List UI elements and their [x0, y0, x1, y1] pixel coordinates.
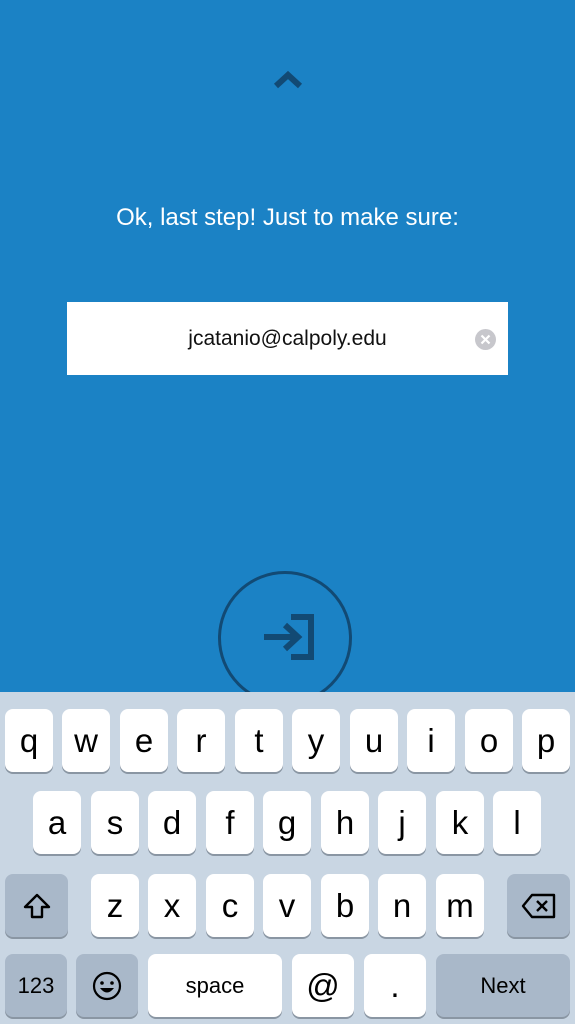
key-q[interactable]: q	[5, 709, 53, 772]
sign-in-arrow-icon	[264, 614, 314, 660]
backspace-key[interactable]	[507, 874, 570, 937]
key-f[interactable]: f	[206, 791, 254, 854]
key-t[interactable]: t	[235, 709, 283, 772]
emoji-icon	[92, 971, 122, 1000]
space-key[interactable]: space	[148, 954, 282, 1017]
key-l[interactable]: l	[493, 791, 541, 854]
key-g[interactable]: g	[263, 791, 311, 854]
key-m[interactable]: m	[436, 874, 484, 937]
key-n[interactable]: n	[378, 874, 426, 937]
period-key[interactable]: .	[364, 954, 426, 1017]
key-v[interactable]: v	[263, 874, 311, 937]
backspace-icon	[521, 893, 555, 918]
key-o[interactable]: o	[465, 709, 513, 772]
key-i[interactable]: i	[407, 709, 455, 772]
clear-icon[interactable]	[475, 329, 496, 350]
key-z[interactable]: z	[91, 874, 139, 937]
chevron-up-icon[interactable]	[272, 68, 304, 90]
key-e[interactable]: e	[120, 709, 168, 772]
email-field-container	[67, 302, 508, 375]
key-p[interactable]: p	[522, 709, 570, 772]
next-key[interactable]: Next	[436, 954, 570, 1017]
key-a[interactable]: a	[33, 791, 81, 854]
key-y[interactable]: y	[292, 709, 340, 772]
key-j[interactable]: j	[378, 791, 426, 854]
emoji-key[interactable]	[76, 954, 138, 1017]
submit-button[interactable]	[218, 571, 352, 705]
shift-icon	[23, 893, 50, 918]
key-x[interactable]: x	[148, 874, 196, 937]
at-key[interactable]: @	[292, 954, 354, 1017]
key-r[interactable]: r	[177, 709, 225, 772]
key-b[interactable]: b	[321, 874, 369, 937]
key-s[interactable]: s	[91, 791, 139, 854]
shift-key[interactable]	[5, 874, 68, 937]
numbers-key[interactable]: 123	[5, 954, 67, 1017]
keyboard: q w e r t y u i o p a s d f g h j k l z …	[0, 692, 575, 1024]
key-w[interactable]: w	[62, 709, 110, 772]
key-c[interactable]: c	[206, 874, 254, 937]
key-k[interactable]: k	[436, 791, 484, 854]
email-input[interactable]	[105, 325, 470, 352]
instruction-text: Ok, last step! Just to make sure:	[116, 204, 459, 231]
key-u[interactable]: u	[350, 709, 398, 772]
key-d[interactable]: d	[148, 791, 196, 854]
key-h[interactable]: h	[321, 791, 369, 854]
